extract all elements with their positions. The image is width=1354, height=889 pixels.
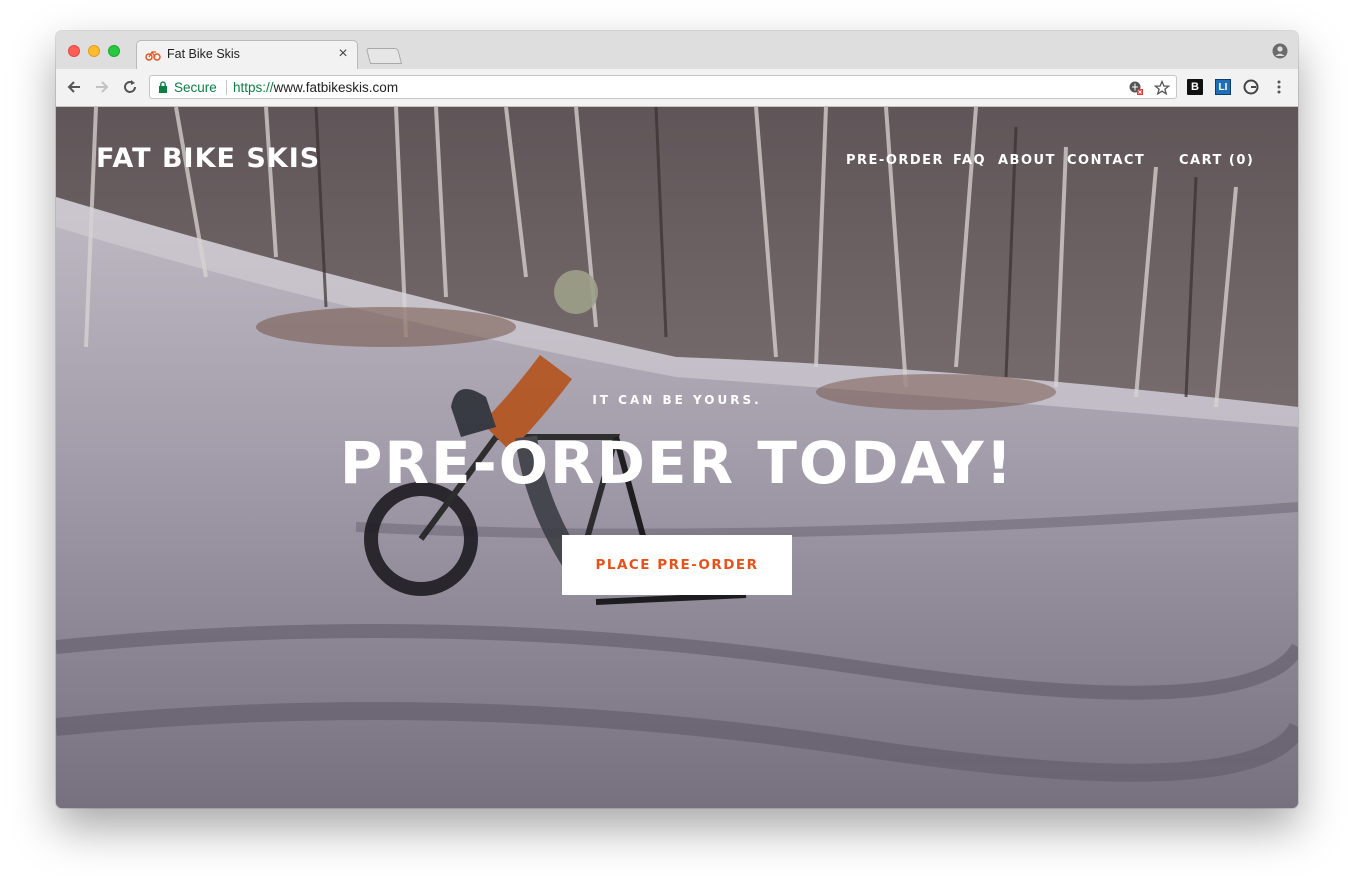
nav-faq-link[interactable]: FAQ: [953, 153, 986, 168]
url-divider: [226, 80, 227, 95]
hero-section: FAT BIKE SKIS PRE-ORDER FAQ ABOUT CONTAC…: [56, 107, 1298, 808]
browser-toolbar: Secure https://www.fatbikeskis.com B LI: [56, 69, 1298, 107]
url-scheme: https://: [233, 80, 274, 95]
tab-title: Fat Bike Skis: [167, 47, 240, 61]
nav-about-link[interactable]: ABOUT: [998, 153, 1056, 168]
site-nav: PRE-ORDER FAQ ABOUT CONTACT CART (0): [56, 153, 1298, 173]
extension-g-icon[interactable]: [1243, 79, 1259, 95]
nav-contact-link[interactable]: CONTACT: [1067, 153, 1145, 168]
browser-window: Fat Bike Skis × Secure https://www.fatbi…: [56, 31, 1298, 808]
hero-heading: PRE-ORDER TODAY!: [339, 429, 1015, 497]
nav-preorder-link[interactable]: PRE-ORDER: [846, 153, 944, 168]
close-tab-icon[interactable]: ×: [335, 45, 351, 63]
hero-kicker: IT CAN BE YOURS.: [592, 393, 762, 407]
nav-cart-link[interactable]: CART (0): [1179, 153, 1254, 168]
lock-icon: [159, 81, 167, 93]
secure-label: Secure: [174, 80, 217, 95]
forward-arrow-icon[interactable]: [93, 78, 111, 96]
maximize-window-button[interactable]: [108, 45, 120, 57]
new-tab-button[interactable]: [365, 48, 403, 64]
extension-b-icon[interactable]: B: [1187, 79, 1203, 95]
close-window-button[interactable]: [68, 45, 80, 57]
place-preorder-button[interactable]: PLACE PRE-ORDER: [562, 535, 792, 595]
browser-tab[interactable]: Fat Bike Skis ×: [136, 40, 358, 69]
back-arrow-icon[interactable]: [65, 78, 83, 96]
bike-favicon-icon: [145, 50, 161, 61]
tab-strip: Fat Bike Skis ×: [56, 31, 1298, 69]
profile-icon[interactable]: [1272, 43, 1288, 59]
bookmark-star-icon[interactable]: [1154, 80, 1170, 96]
url-host: www.fatbikeskis.com: [273, 80, 399, 95]
translate-icon[interactable]: [1128, 80, 1144, 96]
kebab-menu-icon[interactable]: [1271, 79, 1287, 95]
url-text[interactable]: https://www.fatbikeskis.com: [233, 80, 398, 95]
extension-li-icon[interactable]: LI: [1215, 79, 1231, 95]
reload-icon[interactable]: [121, 78, 139, 96]
minimize-window-button[interactable]: [88, 45, 100, 57]
address-bar[interactable]: Secure https://www.fatbikeskis.com: [149, 75, 1177, 99]
